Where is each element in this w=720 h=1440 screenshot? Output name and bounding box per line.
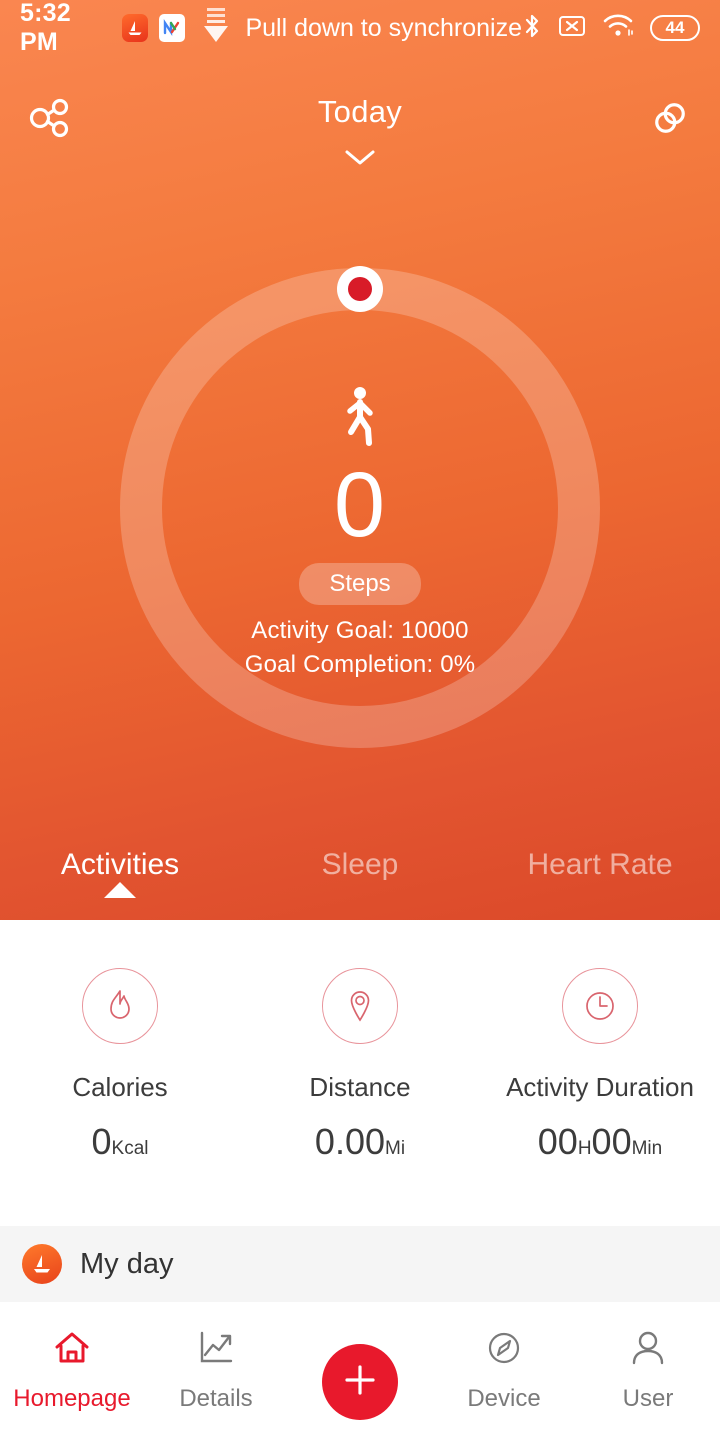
nav-details-label: Details bbox=[179, 1385, 253, 1412]
chain-link-icon bbox=[646, 94, 694, 147]
stat-distance-label: Distance bbox=[309, 1072, 411, 1102]
stat-distance-number: 0.00 bbox=[314, 1121, 385, 1162]
stat-distance-value: 0.00 Mi bbox=[315, 1121, 405, 1163]
status-bar-sync: Pull down to synchronize bbox=[201, 6, 522, 51]
stat-calories-label: Calories bbox=[72, 1072, 168, 1102]
stat-calories-unit: Kcal bbox=[111, 1138, 149, 1159]
sync-down-arrow-icon bbox=[201, 6, 231, 51]
hero-tabs: Activities Sleep Heart Rate bbox=[0, 848, 720, 920]
hero-panel: 5:32 PM Pull down to synchronize 44 Toda… bbox=[0, 0, 720, 920]
ring-center-content: 0 Steps Activity Goal: 10000 Goal Comple… bbox=[120, 268, 600, 748]
my-day-label: My day bbox=[80, 1247, 174, 1280]
plus-icon bbox=[339, 1359, 381, 1406]
clock-icon bbox=[562, 968, 638, 1044]
nav-homepage-label: Homepage bbox=[13, 1385, 131, 1412]
tab-sleep-label: Sleep bbox=[321, 848, 399, 881]
boat-app-icon bbox=[22, 1244, 62, 1284]
status-bar-left: 5:32 PM bbox=[20, 0, 186, 57]
activity-goal-text: Activity Goal: 10000 bbox=[251, 617, 469, 644]
bottom-navigation: Homepage Details Device User bbox=[0, 1310, 720, 1440]
stat-duration-hours-unit: H bbox=[577, 1138, 592, 1159]
status-bar: 5:32 PM Pull down to synchronize 44 bbox=[0, 0, 720, 56]
nav-user-label: User bbox=[622, 1385, 674, 1412]
chevron-down-icon bbox=[342, 146, 378, 173]
stat-calories-number: 0 bbox=[91, 1121, 112, 1162]
status-time: 5:32 PM bbox=[20, 0, 71, 56]
notes-app-icon bbox=[159, 14, 186, 42]
tab-sleep[interactable]: Sleep bbox=[240, 848, 480, 882]
no-sim-icon bbox=[558, 13, 586, 44]
person-icon bbox=[627, 1328, 669, 1375]
page-title: Today bbox=[317, 94, 403, 129]
stat-duration-value: 00 H 00 Min bbox=[538, 1121, 662, 1163]
activity-stats-card: Calories 0 Kcal Distance 0.00 Mi Activit… bbox=[0, 920, 720, 1220]
tab-activities[interactable]: Activities bbox=[0, 848, 240, 898]
status-bar-right: 44 bbox=[522, 12, 700, 45]
nav-homepage[interactable]: Homepage bbox=[0, 1328, 144, 1413]
add-record-button[interactable] bbox=[322, 1344, 398, 1420]
steps-count-value: 0 bbox=[333, 454, 387, 556]
stat-distance[interactable]: Distance 0.00 Mi bbox=[240, 920, 480, 1220]
stat-duration-label: Activity Duration bbox=[506, 1072, 694, 1102]
stat-duration-hours: 00 bbox=[537, 1121, 578, 1162]
nav-user[interactable]: User bbox=[576, 1328, 720, 1413]
battery-icon: 44 bbox=[650, 15, 700, 41]
boat-app-icon bbox=[121, 14, 148, 42]
flame-icon bbox=[82, 968, 158, 1044]
bluetooth-icon bbox=[522, 12, 542, 45]
goal-completion-text: Goal Completion: 0% bbox=[244, 651, 476, 678]
location-pin-icon bbox=[322, 968, 398, 1044]
steps-unit-badge: Steps bbox=[299, 563, 421, 605]
tab-heart-rate-label: Heart Rate bbox=[527, 848, 673, 881]
nav-device-label: Device bbox=[467, 1385, 541, 1412]
stat-distance-unit: Mi bbox=[385, 1138, 406, 1159]
stat-duration-minutes-unit: Min bbox=[631, 1138, 663, 1159]
app-root: 5:32 PM Pull down to synchronize 44 Toda… bbox=[0, 0, 720, 1440]
chart-icon bbox=[195, 1328, 237, 1375]
stat-calories-value: 0 Kcal bbox=[92, 1121, 149, 1163]
wifi-icon bbox=[602, 13, 634, 44]
walking-person-icon bbox=[333, 386, 387, 453]
tab-active-pointer bbox=[104, 882, 136, 898]
nav-device[interactable]: Device bbox=[432, 1328, 576, 1413]
tab-activities-label: Activities bbox=[60, 848, 180, 881]
stat-calories[interactable]: Calories 0 Kcal bbox=[0, 920, 240, 1220]
home-icon bbox=[51, 1328, 93, 1375]
steps-progress-ring[interactable]: 0 Steps Activity Goal: 10000 Goal Comple… bbox=[120, 266, 600, 748]
date-dropdown-button[interactable] bbox=[0, 146, 720, 173]
compass-icon bbox=[483, 1328, 525, 1375]
stat-duration-minutes: 00 bbox=[591, 1121, 632, 1162]
nav-details[interactable]: Details bbox=[144, 1328, 288, 1413]
my-day-row[interactable]: My day bbox=[0, 1226, 720, 1302]
sync-hint-text: Pull down to synchronize bbox=[245, 13, 522, 42]
tab-heart-rate[interactable]: Heart Rate bbox=[480, 848, 720, 882]
stat-activity-duration[interactable]: Activity Duration 00 H 00 Min bbox=[480, 920, 720, 1220]
link-device-button[interactable] bbox=[638, 88, 702, 152]
app-bar: Today bbox=[0, 88, 720, 178]
